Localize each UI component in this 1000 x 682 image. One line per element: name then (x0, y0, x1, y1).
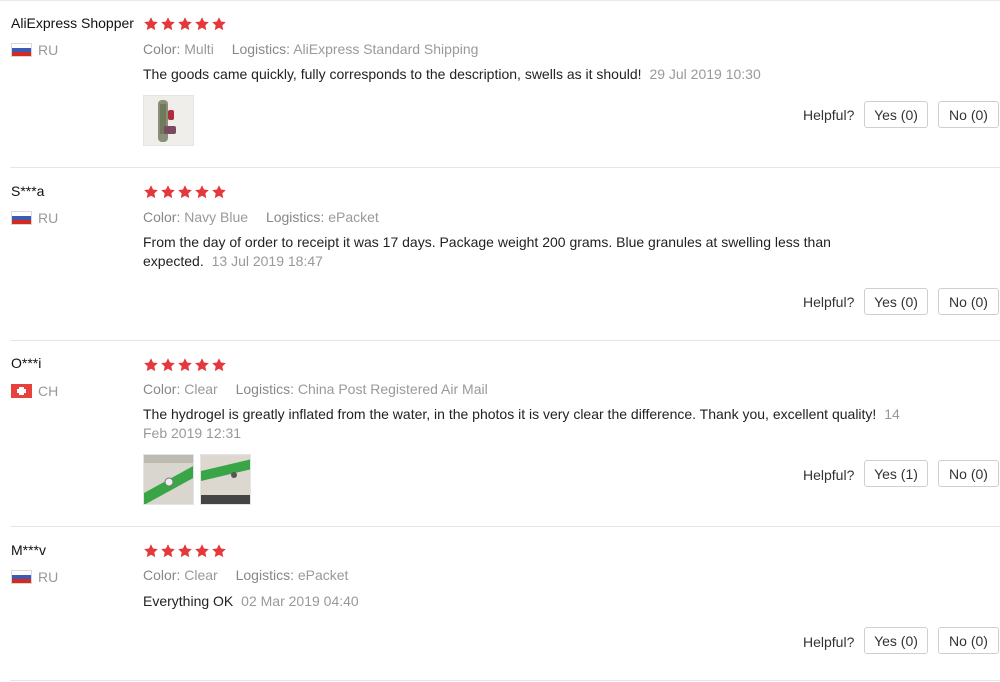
helpful-no-button[interactable]: No (0) (938, 101, 999, 128)
country-code: CH (38, 383, 59, 399)
reviewer-name: AliExpress Shopper (11, 15, 134, 31)
star-icon (194, 357, 210, 373)
reviewer-name: S***a (11, 183, 45, 199)
russia-flag-icon (11, 43, 32, 57)
star-icon (177, 357, 193, 373)
star-icon (143, 357, 159, 373)
star-rating (143, 184, 227, 200)
country-code: RU (38, 42, 59, 58)
logistics-value: ePacket (328, 209, 379, 225)
review-text: The hydrogel is greatly inflated from th… (143, 405, 923, 443)
switzerland-flag-icon (11, 384, 32, 398)
russia-flag-icon (11, 211, 32, 225)
color-value: Navy Blue (184, 209, 249, 225)
star-icon (211, 543, 227, 559)
order-attributes: Color: Clear Logistics: China Post Regis… (143, 381, 488, 397)
order-attributes: Color: Navy Blue Logistics: ePacket (143, 209, 379, 225)
star-icon (177, 543, 193, 559)
helpful-yes-button[interactable]: Yes (0) (864, 288, 928, 315)
logistics-value: China Post Registered Air Mail (297, 381, 488, 397)
color-value: Clear (184, 567, 218, 583)
star-rating (143, 543, 227, 559)
review-photo-thumbnail[interactable] (143, 95, 194, 146)
helpful-label: Helpful? (803, 467, 855, 483)
logistics-label: Logistics: (235, 381, 294, 397)
helpful-no-button[interactable]: No (0) (938, 288, 999, 315)
star-icon (194, 16, 210, 32)
star-icon (177, 184, 193, 200)
star-icon (211, 184, 227, 200)
review-photos (143, 95, 194, 146)
logistics-label: Logistics: (235, 567, 294, 583)
reviewer-name: O***i (11, 355, 42, 371)
logistics-value: ePacket (297, 567, 349, 583)
star-icon (160, 357, 176, 373)
review-body: The goods came quickly, fully correspond… (143, 66, 642, 82)
reviewer-country: RU (11, 42, 58, 58)
top-divider (0, 0, 1000, 1)
star-icon (143, 16, 159, 32)
review-divider (10, 340, 1000, 341)
star-icon (160, 16, 176, 32)
helpful-no-button[interactable]: No (0) (938, 627, 999, 654)
star-icon (177, 16, 193, 32)
helpful-yes-button[interactable]: Yes (0) (864, 101, 928, 128)
star-icon (160, 543, 176, 559)
review-body: Everything OK (143, 593, 234, 609)
country-code: RU (38, 210, 59, 226)
color-label: Color: (143, 381, 181, 397)
review-text: Everything OK 02 Mar 2019 04:40 (143, 592, 863, 611)
helpful-label: Helpful? (803, 107, 855, 123)
reviewer-country: RU (11, 569, 58, 585)
helpful-yes-button[interactable]: Yes (0) (864, 627, 928, 654)
star-icon (211, 357, 227, 373)
review-date: 29 Jul 2019 10:30 (649, 66, 761, 82)
reviewer-country: CH (11, 383, 58, 399)
logistics-value: AliExpress Standard Shipping (293, 41, 479, 57)
review-text: The goods came quickly, fully correspond… (143, 65, 863, 84)
helpful-yes-button[interactable]: Yes (1) (864, 460, 928, 487)
color-value: Clear (184, 381, 218, 397)
reviewer-name: M***v (11, 542, 47, 558)
star-icon (194, 543, 210, 559)
country-code: RU (38, 569, 59, 585)
order-attributes: Color: Multi Logistics: AliExpress Stand… (143, 41, 478, 57)
star-rating (143, 16, 227, 32)
logistics-label: Logistics: (231, 41, 291, 57)
star-rating (143, 357, 227, 373)
review-divider (10, 680, 1000, 681)
color-label: Color: (143, 567, 181, 583)
star-icon (143, 543, 159, 559)
russia-flag-icon (11, 570, 32, 584)
review-divider (10, 167, 1000, 168)
reviewer-country: RU (11, 210, 58, 226)
review-photos (143, 454, 251, 505)
review-photo-thumbnail[interactable] (143, 454, 194, 505)
star-icon (194, 184, 210, 200)
star-icon (160, 184, 176, 200)
review-text: From the day of order to receipt it was … (143, 233, 863, 271)
helpful-label: Helpful? (803, 294, 855, 310)
star-icon (211, 16, 227, 32)
review-body: The hydrogel is greatly inflated from th… (143, 406, 877, 422)
helpful-label: Helpful? (803, 634, 855, 650)
logistics-label: Logistics: (265, 209, 325, 225)
order-attributes: Color: Clear Logistics: ePacket (143, 567, 348, 583)
star-icon (143, 184, 159, 200)
color-label: Color: (143, 41, 181, 57)
helpful-no-button[interactable]: No (0) (938, 460, 999, 487)
color-label: Color: (143, 209, 181, 225)
color-value: Multi (184, 41, 214, 57)
review-photo-thumbnail[interactable] (200, 454, 251, 505)
review-divider (10, 526, 1000, 527)
review-date: 02 Mar 2019 04:40 (241, 593, 359, 609)
review-date: 13 Jul 2019 18:47 (211, 253, 323, 269)
